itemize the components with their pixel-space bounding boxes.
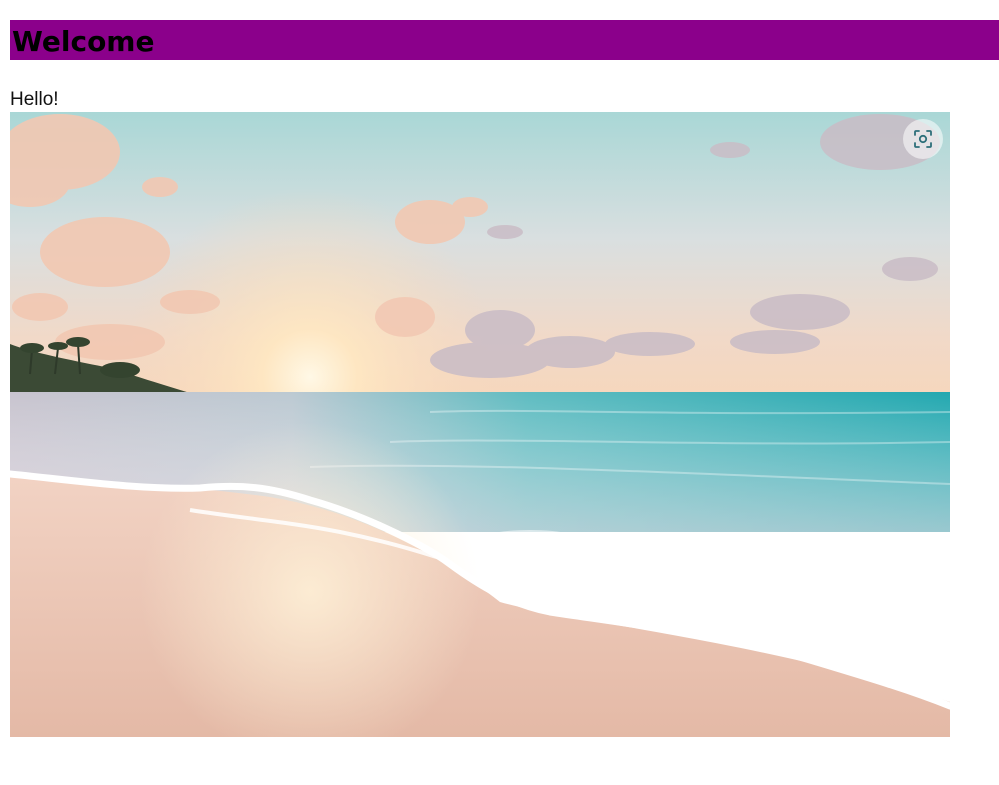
scan-icon [914,130,932,148]
page-title: Welcome [12,25,155,58]
visual-search-icon[interactable] [903,119,943,159]
greeting-text: Hello! [10,89,59,110]
beach-sunset-photo [10,112,950,737]
welcome-banner: Welcome [10,20,999,60]
